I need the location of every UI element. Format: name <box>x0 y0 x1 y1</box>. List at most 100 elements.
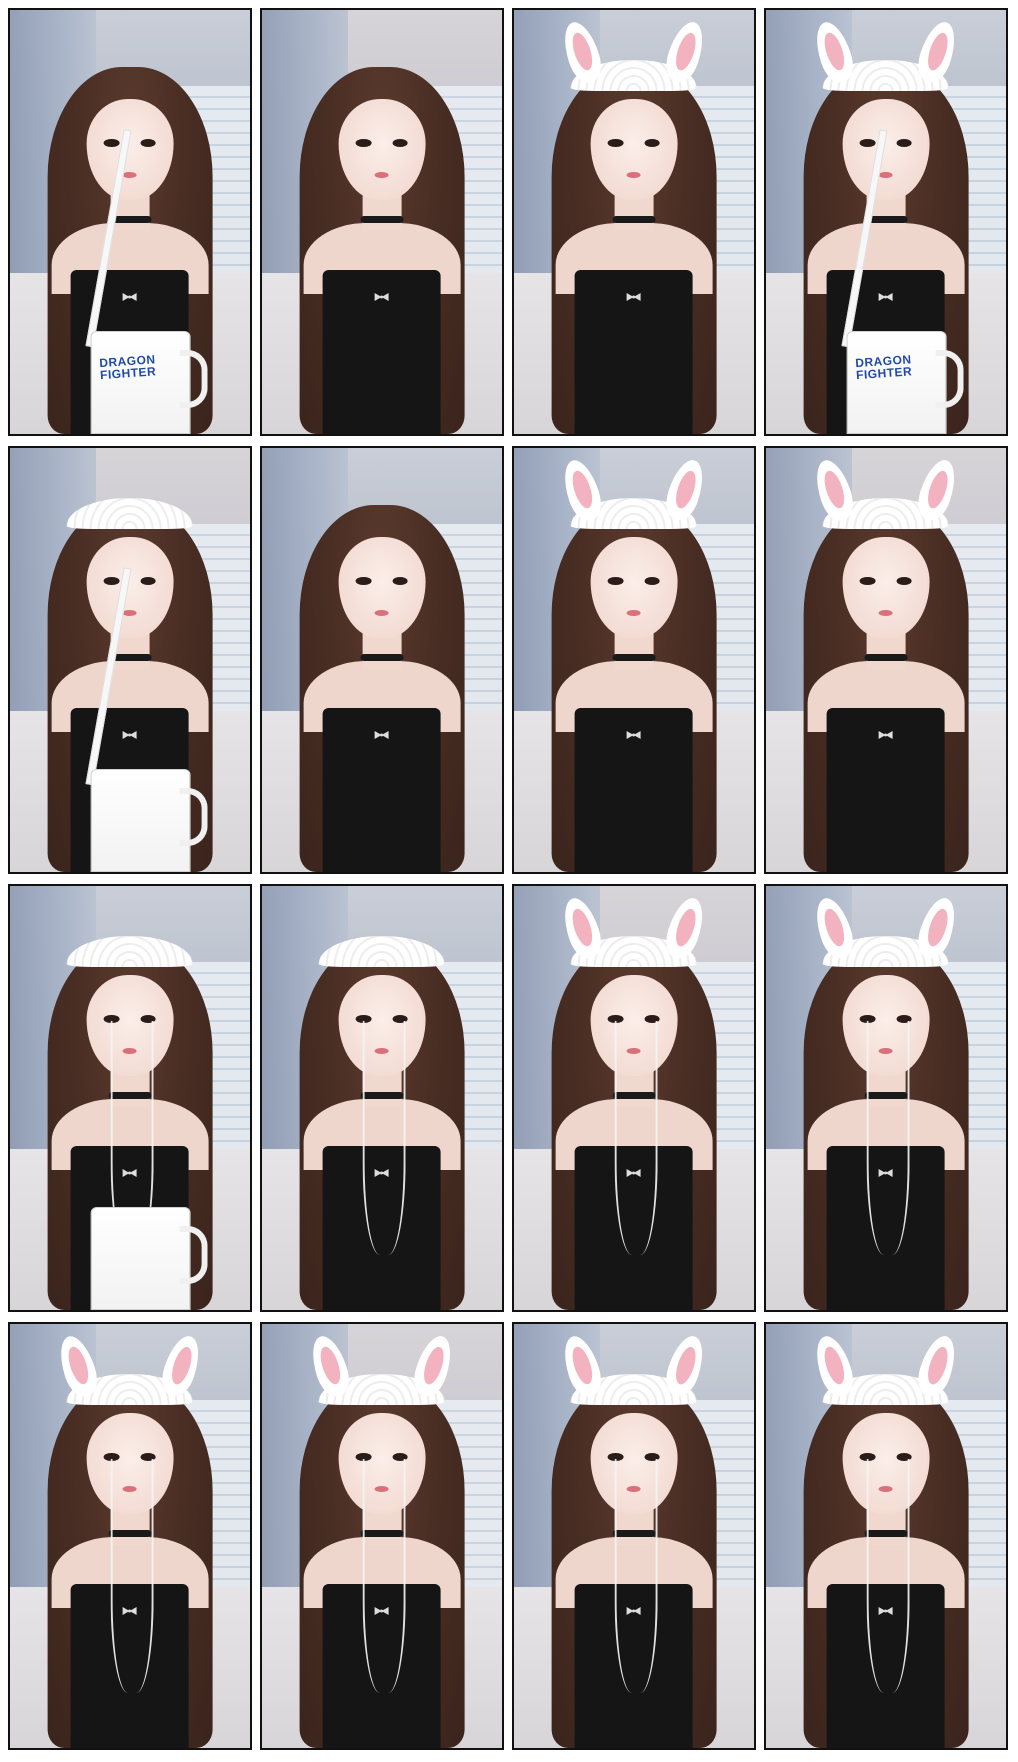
earphones <box>614 1021 658 1256</box>
person: DRAGON FIGHTER <box>788 17 985 434</box>
left-eye <box>608 139 624 148</box>
choker <box>612 215 656 224</box>
mug-label: DRAGON FIGHTER <box>98 352 157 383</box>
left-eye <box>860 139 876 148</box>
bow-icon <box>122 293 137 302</box>
video-frame-12[interactable] <box>764 884 1008 1312</box>
video-frame-9[interactable] <box>8 884 252 1312</box>
bunny-ear-right <box>660 455 710 525</box>
mug: DRAGON FIGHTER <box>846 330 965 434</box>
video-frame-13[interactable] <box>8 1322 252 1750</box>
bow-icon <box>122 731 137 740</box>
mouth <box>375 609 389 616</box>
bunny-ear-right <box>912 893 962 963</box>
face <box>338 536 426 638</box>
left-eye <box>860 577 876 586</box>
bunny-ear-right <box>912 1331 962 1401</box>
person <box>536 455 733 872</box>
mug: DRAGON FIGHTER <box>90 330 209 434</box>
face <box>86 536 174 638</box>
right-eye <box>392 577 408 586</box>
person <box>788 893 985 1310</box>
person <box>536 1331 733 1748</box>
person <box>788 1331 985 1748</box>
person <box>32 920 229 1310</box>
video-frame-14[interactable] <box>260 1322 504 1750</box>
person <box>284 482 481 872</box>
video-frame-4[interactable]: DRAGON FIGHTER <box>764 8 1008 436</box>
person <box>284 1331 481 1748</box>
right-eye <box>140 139 156 148</box>
choker <box>864 653 908 662</box>
bow-icon <box>878 293 893 302</box>
person <box>32 1331 229 1748</box>
mouth <box>627 609 641 616</box>
video-frame-5[interactable] <box>8 446 252 874</box>
left-eye <box>104 139 120 148</box>
earphones <box>614 1459 658 1694</box>
mouth <box>879 171 893 178</box>
mouth <box>627 171 641 178</box>
left-eye <box>356 577 372 586</box>
video-frame-6[interactable] <box>260 446 504 874</box>
video-frame-2[interactable] <box>260 8 504 436</box>
video-frame-15[interactable] <box>512 1322 756 1750</box>
bow-icon <box>878 731 893 740</box>
person: DRAGON FIGHTER <box>32 44 229 434</box>
video-frame-11[interactable] <box>512 884 756 1312</box>
bunny-ear-right <box>660 1331 710 1401</box>
earphones <box>866 1021 910 1256</box>
face <box>86 98 174 200</box>
video-frame-1[interactable]: DRAGON FIGHTER <box>8 8 252 436</box>
earphones <box>110 1459 154 1694</box>
bow-icon <box>626 293 641 302</box>
bow-icon <box>374 731 389 740</box>
right-eye <box>896 139 912 148</box>
maid-headband <box>67 935 193 967</box>
choker <box>612 653 656 662</box>
left-eye <box>608 577 624 586</box>
face <box>842 98 930 200</box>
bunny-ear-right <box>660 17 710 87</box>
mouth <box>123 609 137 616</box>
bunny-ear-right <box>912 455 962 525</box>
person <box>536 17 733 434</box>
mouth <box>375 171 389 178</box>
bunny-ear-right <box>156 1331 206 1401</box>
person <box>788 455 985 872</box>
earphones <box>866 1459 910 1694</box>
maid-headband <box>319 935 445 967</box>
earphones <box>362 1459 406 1694</box>
bunny-ear-right <box>408 1331 458 1401</box>
right-eye <box>644 139 660 148</box>
mug <box>90 768 209 872</box>
bunny-ear-right <box>912 17 962 87</box>
black-top <box>574 708 694 872</box>
right-eye <box>896 577 912 586</box>
bunny-ear-right <box>660 893 710 963</box>
right-eye <box>140 577 156 586</box>
black-top <box>322 270 442 434</box>
face <box>590 536 678 638</box>
right-eye <box>644 577 660 586</box>
bow-icon <box>374 293 389 302</box>
video-frame-10[interactable] <box>260 884 504 1312</box>
video-frame-16[interactable] <box>764 1322 1008 1750</box>
thumbnail-grid: DRAGON FIGHTER DRAGON FIGHTER <box>8 8 1010 1754</box>
person <box>536 893 733 1310</box>
video-frame-7[interactable] <box>512 446 756 874</box>
person <box>32 482 229 872</box>
right-eye <box>392 139 408 148</box>
choker <box>360 653 404 662</box>
left-eye <box>356 139 372 148</box>
mug-label: DRAGON FIGHTER <box>854 352 913 383</box>
video-frame-8[interactable] <box>764 446 1008 874</box>
mug <box>90 1206 209 1310</box>
face <box>842 536 930 638</box>
black-top <box>574 270 694 434</box>
video-frame-3[interactable] <box>512 8 756 436</box>
left-eye <box>104 577 120 586</box>
black-top <box>322 708 442 872</box>
black-top <box>826 708 946 872</box>
mouth <box>123 171 137 178</box>
